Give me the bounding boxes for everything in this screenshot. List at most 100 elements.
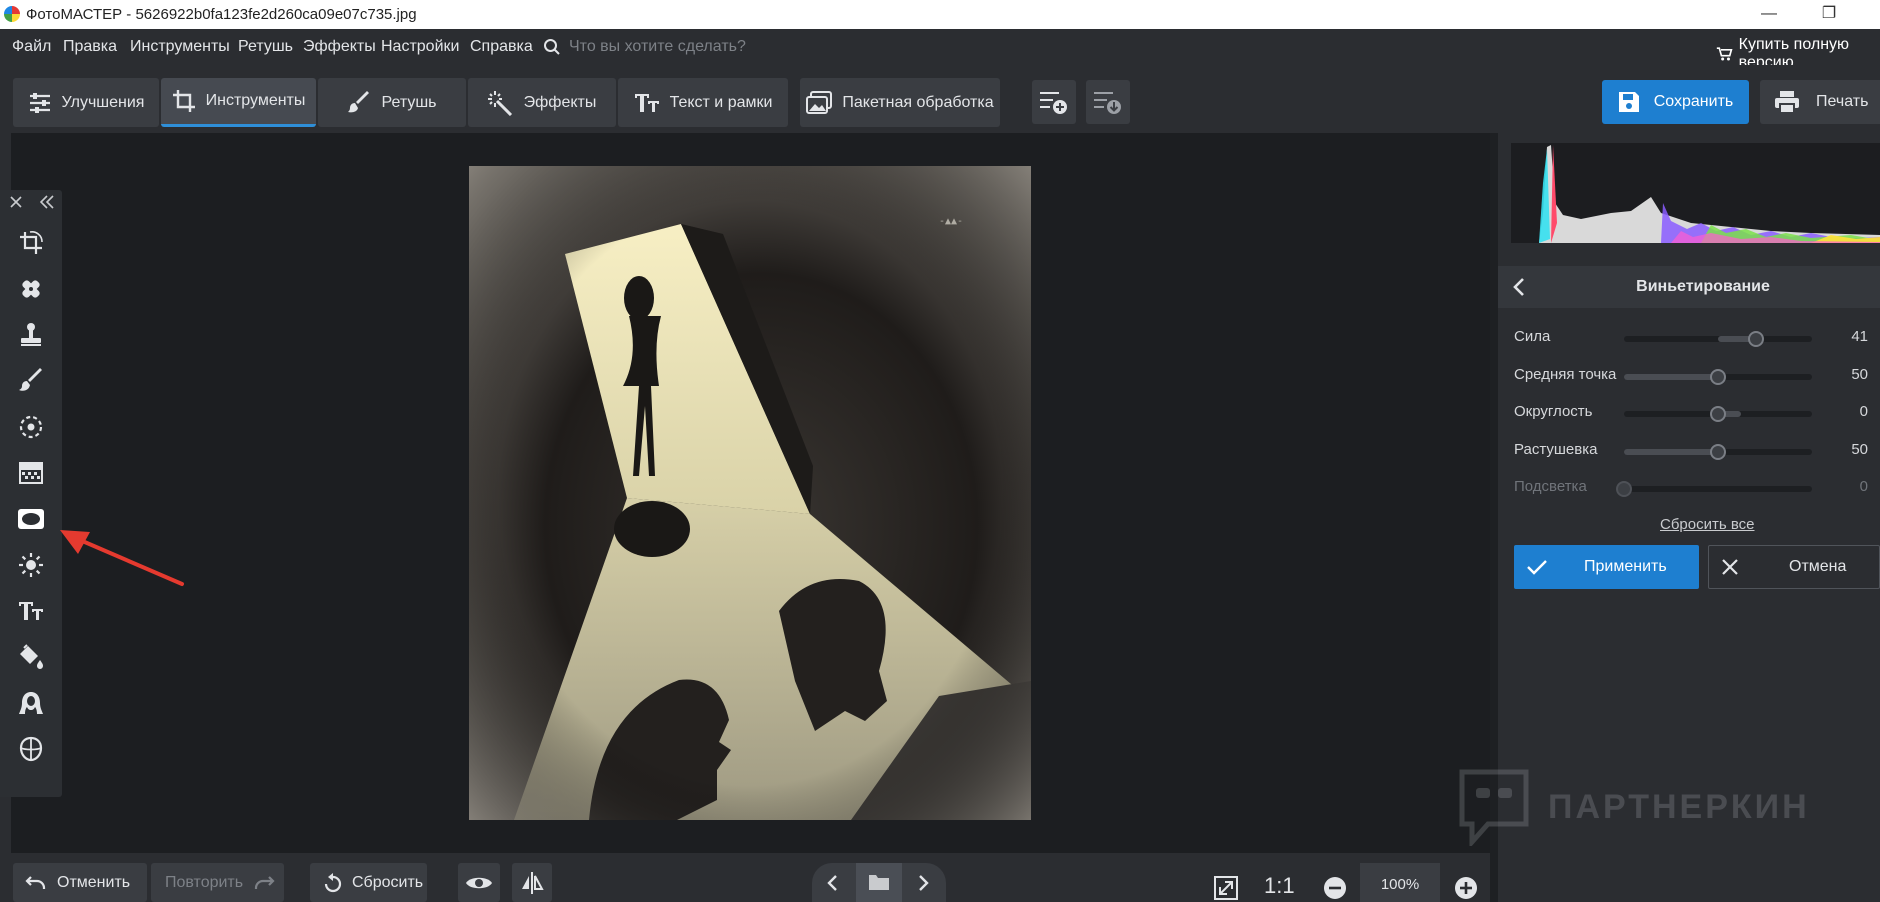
slider-midpoint: Средняя точка 50 [1514, 366, 1880, 392]
tab-enhancements[interactable]: Улучшения [13, 78, 159, 127]
undo-label: Отменить [57, 873, 131, 891]
checkmark-icon [1527, 560, 1547, 575]
redo-label: Повторить [165, 873, 244, 891]
slider-label: Сила [1514, 328, 1551, 345]
sliders-icon [29, 92, 50, 113]
save-button[interactable]: Сохранить [1602, 80, 1749, 124]
close-icon[interactable] [10, 196, 22, 208]
portrait-tool[interactable] [12, 684, 50, 722]
vignette-icon [18, 509, 44, 529]
tab-tools[interactable]: Инструменты [161, 78, 316, 127]
menu-retouch[interactable]: Ретушь [238, 38, 293, 56]
slider-track[interactable] [1624, 444, 1812, 460]
slider-track[interactable] [1624, 406, 1812, 422]
tab-label: Улучшения [61, 93, 145, 111]
menu-edit[interactable]: Правка [63, 38, 117, 56]
main-toolbar: Улучшения Инструменты Ретушь Эффекты Тек… [0, 65, 1880, 133]
batch-processing-button[interactable]: Пакетная обработка [800, 78, 1000, 127]
reset-button[interactable]: Сбросить [310, 863, 427, 902]
slider-feather: Растушевка 50 [1514, 441, 1880, 467]
cancel-button[interactable]: Отмена [1708, 545, 1880, 589]
clone-stamp-icon [21, 323, 41, 346]
zoom-out-icon[interactable] [1323, 876, 1347, 900]
slider-track[interactable] [1624, 369, 1812, 385]
slider-strength: Сила 41 [1514, 328, 1880, 354]
back-chevron-icon[interactable] [1512, 277, 1526, 297]
actual-size-button[interactable]: 1:1 [1264, 873, 1295, 899]
slider-label: Подсветка [1514, 478, 1587, 495]
text-tool[interactable] [12, 592, 50, 630]
redo-button[interactable]: Повторить [151, 863, 284, 902]
face-sculpt-tool[interactable] [12, 730, 50, 768]
tab-retouch[interactable]: Ретушь [318, 78, 466, 127]
search-icon[interactable] [543, 38, 561, 56]
gradient-filter-tool[interactable] [12, 454, 50, 492]
menu-effects[interactable]: Эффекты [303, 38, 376, 56]
portrait-icon [19, 692, 43, 714]
fill-tool[interactable] [12, 638, 50, 676]
slider-track[interactable] [1624, 331, 1812, 347]
reset-all-link[interactable]: Сбросить все [1660, 516, 1754, 533]
menu-help[interactable]: Справка [470, 38, 533, 56]
tab-text-and-frames[interactable]: Текст и рамки [618, 78, 788, 127]
restore-button[interactable]: ❐ [1818, 3, 1840, 25]
slider-track [1616, 481, 1812, 497]
watermark-logo-icon [1459, 769, 1529, 846]
load-preset-button[interactable] [1086, 80, 1130, 124]
slider-label: Растушевка [1514, 441, 1598, 458]
slider-value: 50 [1851, 441, 1868, 458]
apply-label: Применить [1584, 558, 1667, 575]
settings-add-icon [1040, 92, 1067, 114]
tab-label: Эффекты [523, 93, 597, 111]
fit-to-screen-icon[interactable] [1213, 875, 1239, 901]
undo-icon [25, 875, 46, 889]
save-label: Сохранить [1653, 93, 1734, 110]
next-image-icon[interactable] [918, 874, 930, 892]
gradient-filter-icon [19, 462, 43, 484]
clone-stamp-tool[interactable] [12, 316, 50, 354]
slider-highlight: Подсветка 0 [1514, 478, 1880, 504]
redo-icon [254, 875, 275, 889]
slider-thumb [1616, 481, 1632, 497]
print-button[interactable]: Печать [1760, 80, 1880, 124]
annotation-arrow [60, 530, 184, 586]
light-tool[interactable] [12, 546, 50, 584]
batch-label: Пакетная обработка [842, 93, 994, 111]
slider-fill [1624, 449, 1718, 455]
brush-tool[interactable] [12, 362, 50, 400]
zoom-in-icon[interactable] [1454, 876, 1478, 900]
vignette-tool[interactable] [12, 500, 50, 538]
collapse-double-chevron-icon[interactable] [40, 195, 54, 209]
histogram-graph [1511, 145, 1880, 243]
slider-thumb[interactable] [1710, 369, 1726, 385]
slider-thumb[interactable] [1747, 331, 1764, 347]
add-preset-button[interactable] [1032, 80, 1076, 124]
open-folder-button[interactable] [856, 863, 902, 902]
radial-filter-tool[interactable] [12, 408, 50, 446]
undo-button[interactable]: Отменить [13, 863, 147, 902]
zoom-value: 100% [1380, 876, 1420, 893]
menu-file[interactable]: Файл [12, 38, 51, 56]
search-input[interactable]: Что вы хотите сделать? [569, 38, 746, 56]
compare-button[interactable] [512, 863, 552, 902]
previous-image-icon[interactable] [826, 874, 838, 892]
tab-effects[interactable]: Эффекты [468, 78, 616, 127]
slider-thumb[interactable] [1710, 444, 1726, 460]
cancel-label: Отмена [1789, 558, 1847, 575]
slider-thumb[interactable] [1710, 406, 1726, 422]
before-after-toggle[interactable] [458, 863, 500, 902]
apply-button[interactable]: Применить [1514, 545, 1699, 589]
slider-value: 0 [1859, 403, 1868, 420]
tool-strip-header [0, 190, 62, 214]
tool-strip [0, 190, 62, 797]
brush-icon [19, 368, 42, 391]
app-logo-icon [4, 6, 20, 22]
crop-rotate-tool[interactable] [12, 224, 50, 262]
photo-preview: -▲▲- [469, 166, 1031, 820]
zoom-field[interactable]: 100% [1360, 863, 1440, 902]
menu-tools[interactable]: Инструменты [130, 38, 230, 56]
cart-icon [1716, 47, 1733, 61]
minimize-button[interactable]: — [1758, 3, 1780, 25]
menu-settings[interactable]: Настройки [381, 38, 459, 56]
healing-tool[interactable] [12, 270, 50, 308]
